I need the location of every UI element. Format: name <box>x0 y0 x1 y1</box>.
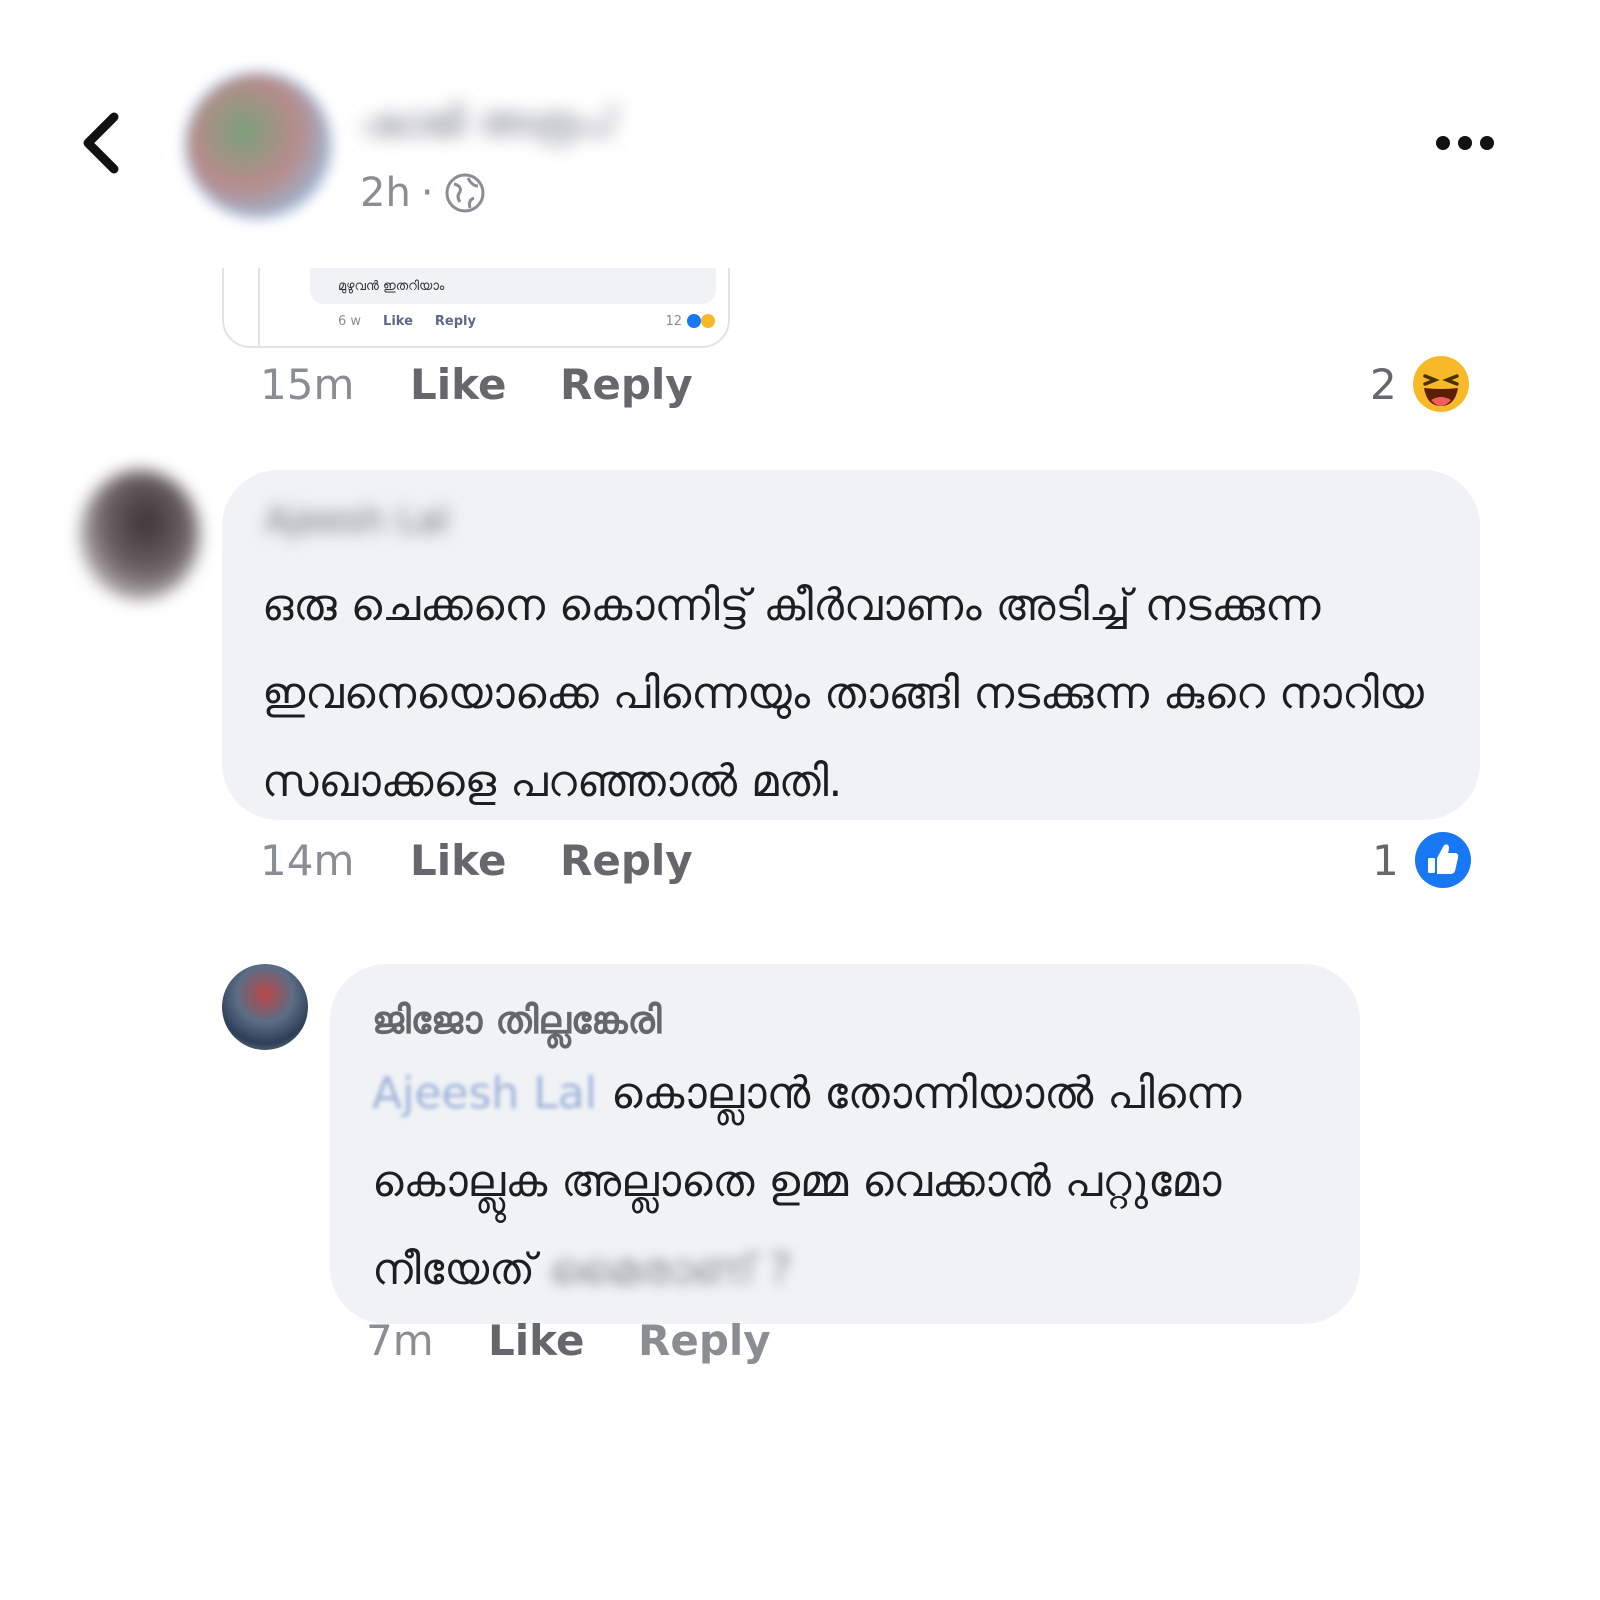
reply-actions: 7m Like Reply <box>366 1310 771 1370</box>
back-button[interactable] <box>70 105 130 180</box>
post-action-time: 15m <box>260 359 355 409</box>
reply-author-avatar[interactable] <box>222 964 308 1050</box>
like-button[interactable]: Like <box>410 360 560 409</box>
reaction-count: 2 <box>1370 359 1397 409</box>
quoted-time: 6 w <box>338 313 362 329</box>
comment-actions: 14m Like Reply <box>260 830 693 890</box>
post-time: 2h <box>360 170 411 216</box>
quoted-reply: Reply <box>434 313 476 329</box>
chevron-left-icon <box>83 112 119 173</box>
comment-like-button[interactable]: Like <box>410 836 560 885</box>
reply-reply-button[interactable]: Reply <box>638 1316 771 1365</box>
reply-blurred-text: മൈരാണ് ? <box>549 1244 792 1295</box>
post-reactions[interactable]: 2 <box>1370 354 1471 414</box>
like-reaction-icon <box>1414 832 1471 888</box>
comment-time: 14m <box>260 835 355 885</box>
post-meta: 2h · <box>360 168 486 218</box>
reply-text: Ajeesh Lal കൊല്ലാൻ തോന്നിയാൽ പിന്നെ കൊല്… <box>372 1050 1342 1314</box>
post-author-avatar[interactable] <box>188 75 328 215</box>
more-horizontal-icon <box>1436 136 1494 150</box>
haha-reaction-icon <box>1412 356 1469 412</box>
commenter-avatar[interactable] <box>80 470 200 600</box>
comment-reaction-count: 1 <box>1372 835 1399 885</box>
comment-text: ഒരു ചെക്കനെ കൊന്നിട്ട് കീർവാണം അടിച്ച് ന… <box>262 580 1424 807</box>
quoted-thread-line <box>258 268 260 346</box>
quoted-reaction-count: 12 <box>665 313 682 329</box>
globe-icon <box>445 173 485 213</box>
quoted-comment-bubble: മുഴുവൻ ഇതറിയാം <box>310 268 716 304</box>
post-author-name[interactable]: ഷാജി അരൂപ് <box>360 100 780 150</box>
quoted-like: Like <box>383 313 413 329</box>
quoted-reaction-icons <box>687 314 715 328</box>
reply-button[interactable]: Reply <box>560 360 693 409</box>
post-actions: 15m Like Reply <box>260 354 693 414</box>
reply-mention[interactable]: Ajeesh Lal <box>372 1068 597 1119</box>
quoted-comment-actions: 6 w Like Reply 12 <box>338 310 718 332</box>
more-options-button[interactable] <box>1430 118 1500 168</box>
meta-separator: · <box>420 170 434 216</box>
comment-reactions[interactable]: 1 <box>1372 830 1473 890</box>
commenter-name[interactable]: Ajeesh Lal <box>265 500 495 546</box>
reply-like-button[interactable]: Like <box>488 1316 638 1365</box>
quoted-comment-text: മുഴുവൻ ഇതറിയാം <box>338 278 445 294</box>
comment-reply-button[interactable]: Reply <box>560 836 693 885</box>
reply-author-name[interactable]: ജിജോ തില്ലങ്കേരി <box>372 998 661 1043</box>
reply-time: 7m <box>366 1315 434 1365</box>
